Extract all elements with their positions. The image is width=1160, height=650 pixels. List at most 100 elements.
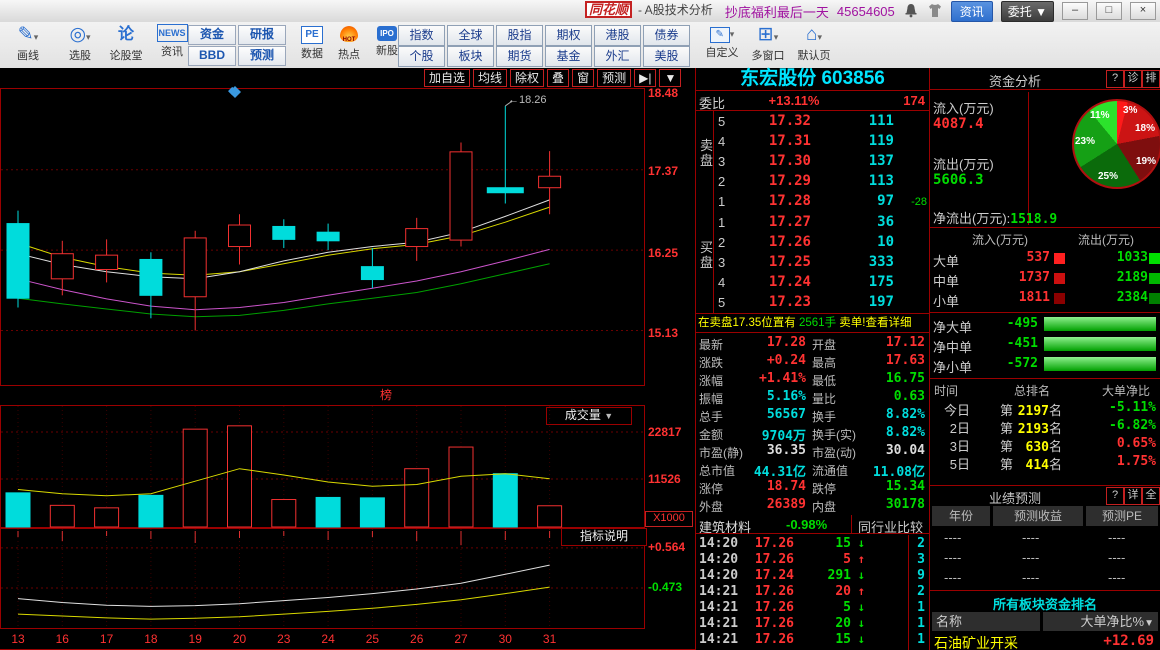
market-button-个股[interactable]: 个股	[398, 46, 445, 67]
stock-title[interactable]: 东宏股份 603856	[696, 68, 929, 91]
sell-row[interactable]: 417.31119	[714, 132, 930, 152]
all-button[interactable]: 全	[1142, 487, 1160, 505]
ranking-pct: -5.11%	[1109, 400, 1156, 415]
chevron-down-icon[interactable]: ▾	[817, 32, 822, 42]
weibi-value: +13.11%	[754, 93, 834, 108]
promo-text[interactable]: 抄底福利最后一天	[725, 2, 829, 21]
tick-row[interactable]: 14:2017.265↑3	[696, 551, 929, 567]
tick-price: 17.24	[755, 568, 794, 583]
market-button-期权[interactable]: 期权	[545, 25, 592, 46]
customize-tool[interactable]: ✎▾ 自定义	[700, 24, 744, 60]
trade-button[interactable]: 委托 ▼	[1001, 1, 1054, 22]
titlebar-center: 同花顺 - A股技术分析	[585, 1, 713, 18]
sell-row[interactable]: 517.32111	[714, 112, 930, 132]
sector-row-name[interactable]: 石油矿业开采	[934, 633, 1018, 650]
industry-compare-link[interactable]: 同行业比较	[858, 517, 923, 536]
buy-row[interactable]: 317.25333	[714, 253, 930, 273]
chart-button[interactable]: 除权	[510, 69, 544, 87]
volume-indicator-selector[interactable]: 成交量 ▼	[546, 407, 632, 425]
market-button-债券[interactable]: 债券	[643, 25, 690, 46]
minimize-button[interactable]: –	[1062, 2, 1088, 20]
buy-row[interactable]: 417.24175	[714, 273, 930, 293]
market-button-股指[interactable]: 股指	[496, 25, 543, 46]
buy-side-label: 买盘	[700, 240, 713, 270]
detail-button[interactable]: 详	[1124, 487, 1142, 505]
pie-label: 11%	[1090, 110, 1109, 121]
market-button-全球[interactable]: 全球	[447, 25, 494, 46]
bbd-button[interactable]: BBD	[188, 46, 236, 66]
research-button[interactable]: 研报	[238, 25, 286, 45]
stat-label: 换手	[812, 408, 836, 425]
tick-row[interactable]: 14:2017.24291↓9	[696, 567, 929, 583]
tick-row[interactable]: 14:2117.2615↓1	[696, 631, 929, 647]
stat-label: 金额	[699, 426, 723, 443]
chart-button[interactable]: 叠	[547, 69, 569, 87]
default-page-tool[interactable]: ⌂▾ 默认页	[792, 24, 836, 63]
order-level: 5	[718, 114, 725, 129]
buy-row[interactable]: 517.23197	[714, 293, 930, 313]
forecast-cell: ----	[1022, 570, 1039, 585]
chevron-down-icon[interactable]: ▾	[86, 32, 91, 42]
tick-row[interactable]: 14:2017.2615↓2	[696, 535, 929, 551]
market-button-板块[interactable]: 板块	[447, 46, 494, 67]
sell-order-rows: 517.32111417.31119317.30137217.29113117.…	[714, 112, 930, 212]
market-button-期货[interactable]: 期货	[496, 46, 543, 67]
tick-row[interactable]: 14:2117.2620↓1	[696, 615, 929, 631]
event-diamond-marker[interactable]: ◆	[228, 84, 236, 97]
indicator-help-button[interactable]: 指标说明	[561, 528, 647, 546]
sector-ratio-header[interactable]: 大单净比%▼	[1043, 612, 1158, 631]
industry-row[interactable]: 建筑材料 -0.98% 同行业比较	[696, 515, 929, 534]
tick-count: 1	[917, 600, 925, 615]
market-button-基金[interactable]: 基金	[545, 46, 592, 67]
svg-text:19: 19	[189, 632, 203, 646]
close-button[interactable]: ×	[1130, 2, 1156, 20]
restore-button[interactable]: □	[1096, 2, 1122, 20]
chart-button[interactable]: ▼	[659, 69, 681, 87]
rank-tag[interactable]: 榜	[380, 386, 392, 403]
chart-button[interactable]: 预测	[597, 69, 631, 87]
funds-button[interactable]: 资金	[188, 25, 236, 45]
sector-name-header[interactable]: 名称	[932, 612, 1040, 631]
sell-row[interactable]: 317.30137	[714, 152, 930, 172]
divider	[908, 535, 909, 650]
shirt-icon[interactable]	[927, 3, 943, 19]
chart-button[interactable]: 均线	[473, 69, 507, 87]
multi-window-tool[interactable]: ⊞▾ 多窗口	[746, 24, 790, 63]
data-tool[interactable]: PE 数据	[290, 24, 334, 61]
help-button[interactable]: ?	[1106, 70, 1124, 88]
sell-row[interactable]: 217.29113	[714, 172, 930, 192]
order-alert[interactable]: 在卖盘17.35位置有 2561手 卖单!查看详细	[696, 314, 929, 333]
kline-chart[interactable]: 13161718192023242526273031	[0, 68, 695, 650]
chart-button[interactable]: ▶|	[634, 69, 656, 87]
draw-line-tool[interactable]: ✎▾ 画线	[6, 24, 50, 63]
fund-label: 大单	[933, 251, 959, 270]
diagnose-button[interactable]: 诊	[1124, 70, 1142, 88]
tick-row[interactable]: 14:2117.2620↑2	[696, 583, 929, 599]
tick-row[interactable]: 14:2117.265↓1	[696, 599, 929, 615]
forum-tool[interactable]: 论 论股堂	[102, 24, 150, 63]
bell-icon[interactable]	[903, 3, 919, 19]
buy-row[interactable]: 217.2610	[714, 233, 930, 253]
news-button[interactable]: 资讯	[951, 1, 993, 22]
market-button-港股[interactable]: 港股	[594, 25, 641, 46]
stat-value: 17.28	[767, 335, 806, 350]
chevron-down-icon[interactable]: ▾	[774, 32, 779, 42]
workspace: 13161718192023242526273031 加自选均线除权叠窗预测▶|…	[0, 68, 1160, 650]
market-button-外汇[interactable]: 外汇	[594, 46, 641, 67]
help-button[interactable]: ?	[1106, 487, 1124, 505]
forecast-button[interactable]: 预测	[238, 46, 286, 66]
hot-tool[interactable]: HOT 热点	[330, 24, 368, 62]
forecast-cell: ----	[944, 570, 961, 585]
chart-button[interactable]: 加自选	[424, 69, 470, 87]
chevron-down-icon[interactable]: ▾	[34, 32, 39, 42]
market-button-指数[interactable]: 指数	[398, 25, 445, 46]
order-volume: 113	[869, 173, 894, 189]
stock-picker-tool[interactable]: ◎▾ 选股	[58, 24, 102, 63]
stat-value: 30178	[886, 497, 925, 512]
buy-row[interactable]: 117.2736	[714, 213, 930, 233]
chart-button[interactable]: 窗	[572, 69, 594, 87]
sell-row[interactable]: 117.2897-28	[714, 192, 930, 212]
market-button-美股[interactable]: 美股	[643, 46, 690, 67]
rank-button[interactable]: 排	[1142, 70, 1160, 88]
chevron-down-icon[interactable]: ▾	[730, 29, 735, 39]
